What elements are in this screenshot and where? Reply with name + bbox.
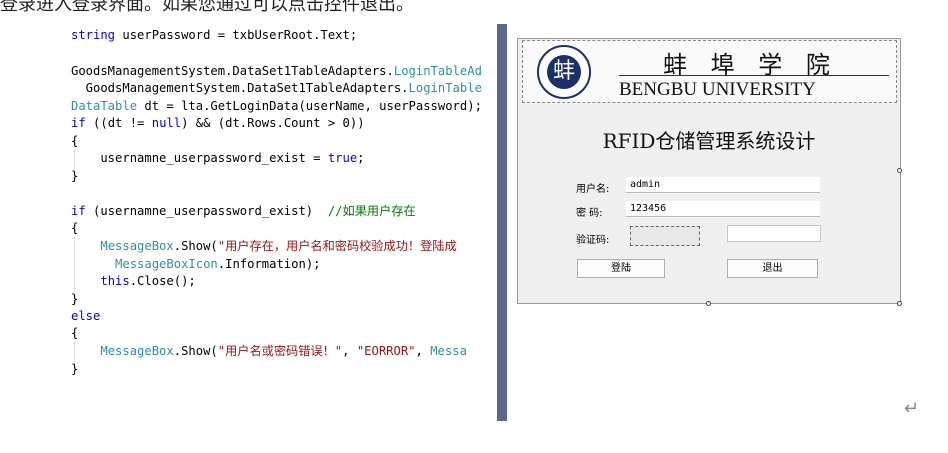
university-logo-picturebox[interactable]: 蚌 蚌 埠 学 院 BENGBU UNIVERSITY xyxy=(522,40,897,103)
school-name-en: BENGBU UNIVERSITY xyxy=(619,79,816,100)
code-line: usernamne_userpassword_exist = true; xyxy=(71,151,365,165)
code-line: string userPassword = txbUserRoot.Text; xyxy=(71,28,358,42)
code-line: { xyxy=(71,221,79,235)
code-line: MessageBox.Show("用户存在，用户名和密码校验成功！登陆成 xyxy=(100,239,457,253)
login-form[interactable]: 蚌 蚌 埠 学 院 BENGBU UNIVERSITY RFID仓储管理系统设计… xyxy=(517,38,901,304)
exit-button[interactable]: 退出 xyxy=(727,259,818,278)
form-title: RFID仓储管理系统设计 xyxy=(602,129,816,153)
code-line: GoodsManagementSystem.DataSet1TableAdapt… xyxy=(71,64,482,78)
logo-divider xyxy=(619,75,889,76)
resize-handle-bottom[interactable] xyxy=(706,301,711,306)
code-line: { xyxy=(71,134,79,148)
panel-splitter[interactable] xyxy=(497,24,507,421)
code-line: } xyxy=(71,362,79,376)
code-editor[interactable]: string userPassword = txbUserRoot.Text; … xyxy=(0,18,500,420)
code-line: { xyxy=(71,326,79,340)
code-line: } xyxy=(71,169,79,183)
resize-handle-right[interactable] xyxy=(897,168,902,173)
code-line: if (usernamne_userpassword_exist) //如果用户… xyxy=(71,204,416,218)
code-line: GoodsManagementSystem.DataSet1TableAdapt… xyxy=(71,81,482,95)
captcha-input[interactable] xyxy=(727,225,821,242)
password-field[interactable]: 123456 xyxy=(626,201,820,217)
university-emblem-icon: 蚌 xyxy=(537,45,591,99)
username-label: 用户名: xyxy=(576,184,610,195)
code-line: if ((dt != null) && (dt.Rows.Count > 0)) xyxy=(71,116,365,130)
code-line: } xyxy=(71,292,79,306)
return-arrow-icon: ↵ xyxy=(904,398,920,418)
code-line: MessageBox.Show("用户名或密码错误！", "EORROR", M… xyxy=(100,344,467,358)
resize-handle-corner[interactable] xyxy=(897,301,902,306)
login-button[interactable]: 登陆 xyxy=(577,259,665,278)
password-label: 密 码: xyxy=(576,208,603,219)
username-field[interactable]: admin xyxy=(626,177,820,193)
document-top-text: 登录进入登录界面。如果您通过可以点击控件退出。 xyxy=(0,0,414,15)
captcha-label: 验证码: xyxy=(576,235,610,246)
captcha-image[interactable] xyxy=(630,226,700,246)
code-line: DataTable dt = lta.GetLoginData(userName… xyxy=(71,99,482,113)
code-line: this.Close(); xyxy=(100,274,196,288)
code-line: MessageBoxIcon.Information); xyxy=(115,257,321,271)
code-line: else xyxy=(71,309,101,323)
